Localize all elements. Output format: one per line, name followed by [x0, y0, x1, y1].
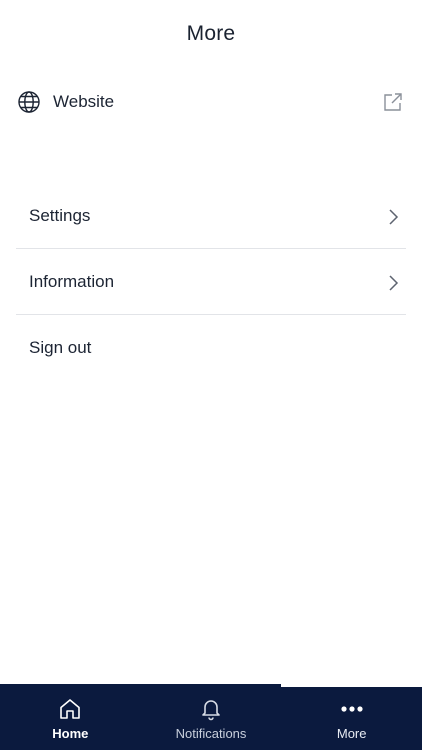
- tab-home-label: Home: [52, 726, 89, 741]
- external-link-icon[interactable]: [382, 91, 404, 113]
- tab-home[interactable]: Home: [0, 684, 141, 750]
- more-menu: Settings Information Sign out: [16, 183, 406, 381]
- chevron-right-icon: [389, 275, 399, 291]
- tab-notifications-label: Notifications: [175, 726, 247, 741]
- chevron-right-icon: [389, 209, 399, 225]
- tab-more[interactable]: More: [281, 684, 422, 750]
- tab-more-label: More: [336, 726, 367, 741]
- home-icon: [57, 696, 83, 722]
- website-label: Website: [53, 92, 115, 111]
- menu-item-label: Sign out: [29, 338, 92, 357]
- globe-icon: [18, 91, 40, 113]
- menu-item-label: Information: [29, 271, 115, 291]
- bottom-tab-bar: Home Notifications More: [0, 684, 422, 750]
- tab-notifications[interactable]: Notifications: [141, 684, 282, 750]
- menu-item-information[interactable]: Information: [16, 249, 406, 315]
- menu-item-sign-out[interactable]: Sign out: [16, 315, 406, 381]
- menu-item-label: Settings: [29, 205, 91, 225]
- selected-tab-indicator: [281, 684, 422, 687]
- page-title: More: [186, 22, 236, 45]
- more-dots-icon: [339, 696, 365, 722]
- more-screen: More Website Settings Information Sign o…: [0, 0, 422, 750]
- menu-item-settings[interactable]: Settings: [16, 183, 406, 249]
- bell-icon: [198, 696, 224, 722]
- website-link-row[interactable]: Website: [0, 84, 422, 120]
